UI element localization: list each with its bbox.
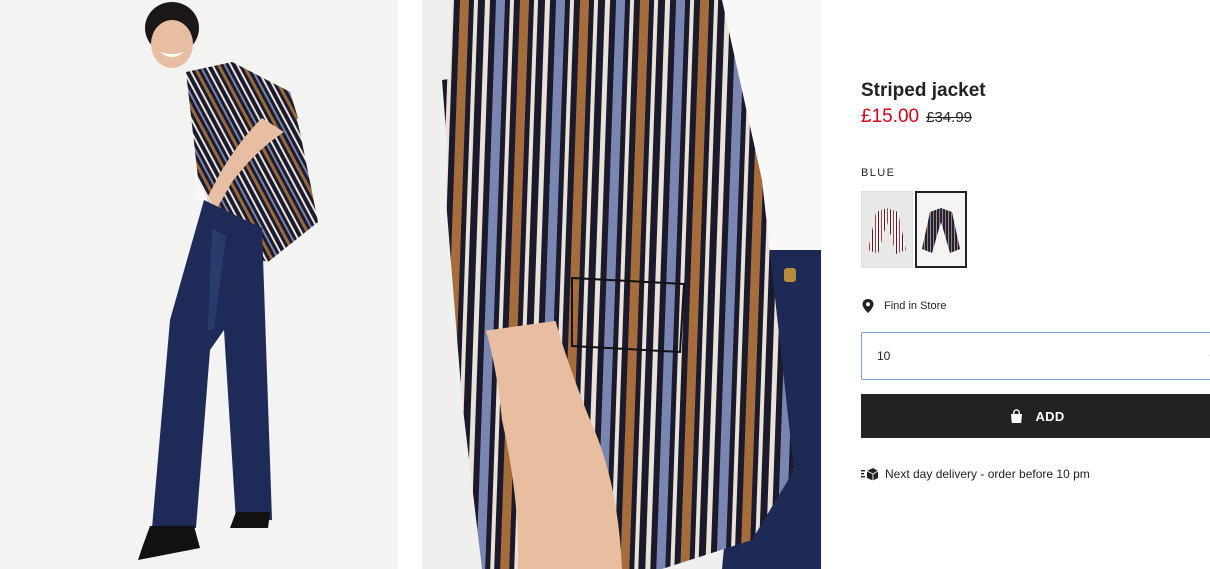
product-title: Striped jacket — [861, 80, 986, 101]
original-price: £34.99 — [926, 109, 973, 126]
product-image-detail[interactable] — [422, 0, 821, 569]
selected-color-label: BLUE — [861, 167, 896, 179]
product-image-model[interactable] — [0, 0, 398, 569]
color-swatch-white-striped[interactable] — [861, 191, 913, 268]
find-in-store-label: Find in Store — [884, 300, 947, 312]
detail-photo-illustration — [442, 0, 821, 569]
price-row: £15.00 £34.99 — [861, 106, 972, 128]
size-select-value: 10 — [877, 349, 891, 363]
shopping-bag-icon — [1011, 408, 1023, 423]
color-swatches — [861, 191, 967, 268]
delivery-text: Next day delivery - order before 10 pm — [885, 467, 1090, 481]
delivery-truck-icon — [861, 468, 879, 481]
white-striped-jacket-thumbnail — [868, 208, 906, 254]
location-pin-icon — [862, 299, 874, 313]
delivery-info: Next day delivery - order before 10 pm — [861, 467, 1090, 481]
sale-price: £15.00 — [861, 106, 920, 127]
find-in-store-link[interactable]: Find in Store — [861, 299, 946, 313]
add-button-label: ADD — [1035, 408, 1065, 424]
blue-striped-jacket-thumbnail — [922, 208, 960, 253]
color-swatch-blue-striped[interactable] — [915, 191, 967, 268]
model-photo-illustration — [138, 2, 318, 560]
size-select[interactable]: 10 ▾ — [861, 332, 1210, 380]
product-info-panel: Striped jacket £15.00 £34.99 BLUE Find i… — [861, 0, 1210, 569]
add-to-bag-button[interactable]: ADD — [861, 394, 1210, 438]
